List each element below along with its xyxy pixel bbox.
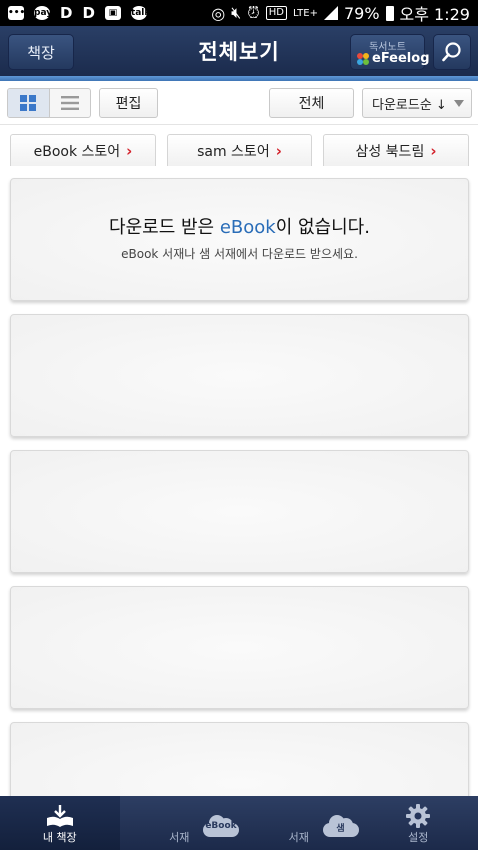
nav-settings[interactable]: 설정 [359,796,478,850]
battery-percent: 79% [343,3,380,23]
nav-ebook-library[interactable]: eBook 서재 [120,796,239,850]
empty-title-part: 다운로드 받은 [109,217,220,238]
status-bar: ••• pay D D ▣ talk ◎ 🔇︎ ⏰︎ HD LTE+ 79% 오… [0,0,478,26]
caret-down-icon [454,100,464,107]
bottom-navigation: 내 책장 eBook 서재 샘 서재 설정 [0,796,478,850]
list-view-button[interactable] [50,89,91,117]
shelf-row [10,722,469,796]
chevron-right-icon: › [126,141,133,160]
ebook-cloud-icon: eBook [203,815,239,837]
sam-badge: 샘 [336,824,345,834]
nav-my-shelf[interactable]: 내 책장 [0,796,120,850]
nav-label: 내 책장 [42,831,77,844]
grid-view-button[interactable] [8,89,50,117]
efeelog-button[interactable]: 독서노트 eFeelog [350,34,430,70]
sync-icon: ◎ [211,3,226,23]
lte-label: LTE+ [292,7,318,19]
ebook-badge: eBook [205,821,237,831]
signal-icon [323,6,338,20]
app-header: 책장 전체보기 독서노트 eFeelog [0,26,478,76]
empty-title-highlight: eBook [219,217,276,238]
toolbar: 편집 전체 다운로드순 ↓ [0,81,478,125]
store-label: eBook 스토어 [33,143,121,160]
empty-state-title: 다운로드 받은 eBook이 없습니다. [11,213,468,239]
chevron-right-icon: › [275,141,282,160]
d-app-icon-2: D [82,4,95,22]
sort-label: 다운로드순 ↓ [372,97,447,113]
notification-icons: ••• pay D D ▣ talk [8,4,151,22]
sam-store-link[interactable]: sam 스토어 › [167,134,312,166]
gear-icon [406,804,431,828]
grid-icon [20,95,37,111]
store-label: sam 스토어 [197,143,270,160]
alarm-icon: ⏰︎ [247,3,260,22]
efeelog-label: eFeelog [372,51,430,66]
nav-sam-library[interactable]: 샘 서재 [239,796,359,850]
empty-title-part: 이 없습니다. [275,217,370,238]
clock: 오후 1:29 [399,5,470,24]
shelf-row: 다운로드 받은 eBook이 없습니다. eBook 서재나 샘 서재에서 다운… [10,178,469,301]
pay-icon: pay [34,6,53,20]
store-links: eBook 스토어 › sam 스토어 › 삼성 북드림 › [0,126,478,170]
talk-icon: talk [130,6,151,20]
image-icon: ▣ [104,6,121,20]
shelf-row [10,586,469,709]
bookshelf-area: 다운로드 받은 eBook이 없습니다. eBook 서재나 샘 서재에서 다운… [0,170,478,796]
nav-label: 설정 [408,831,429,844]
filter-all-button[interactable]: 전체 [269,88,354,118]
book-download-icon [46,805,73,827]
chevron-right-icon: › [430,141,437,160]
shelf-row [10,450,469,573]
battery-icon [385,5,394,21]
list-icon [60,96,79,110]
view-toggle [7,88,91,118]
d-app-icon: D [60,4,73,22]
mute-icon: 🔇︎ [231,3,242,22]
ebook-store-link[interactable]: eBook 스토어 › [10,134,156,166]
hd-icon: HD [265,6,287,20]
nav-label: 서재 [288,831,309,844]
nav-label: 서재 [169,831,190,844]
search-icon [442,42,461,62]
sort-dropdown[interactable]: 다운로드순 ↓ [362,88,472,118]
sam-cloud-icon: 샘 [322,815,359,837]
edit-button[interactable]: 편집 [99,88,158,118]
samsung-bookdream-link[interactable]: 삼성 북드림 › [323,134,469,166]
empty-state-subtitle: eBook 서재나 샘 서재에서 다운로드 받으세요. [121,247,358,261]
store-label: 삼성 북드림 [355,143,425,160]
message-icon: ••• [8,6,26,20]
shelf-row [10,314,469,437]
search-button[interactable] [433,34,471,70]
efeelog-logo-icon [357,52,369,65]
